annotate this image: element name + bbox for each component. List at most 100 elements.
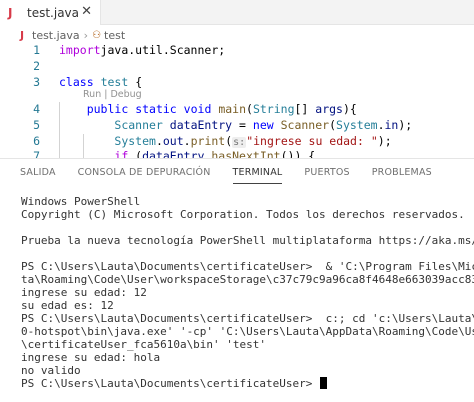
panel-tab-problemas[interactable]: PROBLEMAS <box>372 159 432 187</box>
terminal-line: ingrese su edad: hola <box>21 351 161 364</box>
code-token: ); <box>398 118 413 132</box>
code-line[interactable]: 6 System.out.print(s:"ingrese su edad: "… <box>0 134 474 149</box>
code-token: in <box>384 118 399 132</box>
indent-guide <box>83 134 84 158</box>
class-symbol-icon: ⚇ <box>92 29 102 41</box>
code-token: dataEntry <box>142 149 205 158</box>
terminal-line: no valido <box>21 364 81 377</box>
code-token: static <box>135 102 177 116</box>
code-token: args <box>315 102 343 116</box>
code-token: ); <box>377 134 392 148</box>
code-token: String <box>252 102 295 116</box>
code-token: ()) { <box>280 149 316 158</box>
code-token: . <box>155 134 163 148</box>
panel-tab-terminal[interactable]: TERMINAL <box>232 159 283 187</box>
panel-tab-salida[interactable]: SALIDA <box>20 159 56 187</box>
code-text: System.out.print(s:"ingrese su edad: "); <box>59 134 392 150</box>
code-token: java.util.Scanner; <box>100 43 226 57</box>
breadcrumb-symbol[interactable]: test <box>104 29 125 42</box>
code-token: System <box>114 134 156 148</box>
terminal-line: \certificateUser_fca5610a\bin' 'test' <box>21 338 267 351</box>
code-token: main <box>218 102 247 116</box>
terminal-line: su edad es: 12 <box>21 299 114 312</box>
code-line[interactable]: 3 class test { <box>0 75 474 90</box>
code-line[interactable]: 7 if (dataEntry.hasNextInt()) { <box>0 149 474 158</box>
code-token: = <box>232 118 253 132</box>
code-token: { <box>128 75 143 89</box>
breadcrumb-file[interactable]: test.java <box>32 29 80 42</box>
code-token: . <box>377 118 385 132</box>
code-text: public static void main(String[] args){ <box>59 102 357 117</box>
code-token: Scanner <box>114 118 163 132</box>
code-token: import <box>59 43 101 57</box>
terminal-cursor <box>320 377 328 389</box>
line-number: 1 <box>33 43 40 57</box>
panel-tab-consola-de-depuraci-n[interactable]: CONSOLA DE DEPURACIÓN <box>78 159 211 187</box>
terminal-line: PS C:\Users\Lauta\Documents\certificateU… <box>21 260 474 273</box>
line-number: 6 <box>33 134 40 148</box>
code-token: new <box>252 118 274 132</box>
panel-tab-bar: SALIDA CONSOLA DE DEPURACIÓN TERMINAL PUERT… <box>0 159 474 187</box>
code-token: class <box>59 75 94 89</box>
code-token: public <box>86 102 129 116</box>
terminal[interactable]: Windows PowerShell Copyright (C) Microsof… <box>0 187 474 402</box>
line-number: 4 <box>33 102 40 116</box>
terminal-line: ta\Roaming\Code\User\workspaceStorage\c3… <box>21 273 474 286</box>
code-editor[interactable]: Run | Debug 1 importjava.util.Scanner; 2 3 c… <box>0 43 474 158</box>
bottom-panel: SALIDA CONSOLA DE DEPURACIÓN TERMINAL PUERT… <box>0 158 474 402</box>
code-token: out <box>162 134 184 148</box>
code-token: print <box>190 134 226 148</box>
breadcrumb: J test.java › ⚇ test <box>20 27 125 43</box>
breadcrumb-separator: › <box>83 28 89 42</box>
code-text: if (dataEntry.hasNextInt()) { <box>59 149 315 158</box>
code-line[interactable]: 4 public static void main(String[] args)… <box>0 102 474 117</box>
java-file-icon: J <box>20 28 25 42</box>
java-icon: J <box>8 5 13 20</box>
terminal-line: Windows PowerShell <box>21 195 141 208</box>
code-token: ( <box>329 118 337 132</box>
terminal-line: PS C:\Users\Lauta\Documents\certificateU… <box>21 312 474 325</box>
code-token: hasNextInt <box>211 149 281 158</box>
code-token: "ingrese su edad: " <box>246 134 378 148</box>
terminal-prompt: PS C:\Users\Lauta\Documents\certificateU… <box>21 377 320 390</box>
terminal-prompt-line[interactable]: PS C:\Users\Lauta\Documents\certificateU… <box>21 377 474 390</box>
indent-guide <box>59 102 60 158</box>
code-token: ( <box>246 102 253 116</box>
code-token: ){ <box>342 102 357 116</box>
code-text: class test { <box>59 75 142 90</box>
parameter-hint: s: <box>232 137 247 148</box>
terminal-line: Prueba la nueva tecnología PowerShell mu… <box>21 234 474 247</box>
code-token: System <box>336 118 378 132</box>
code-line[interactable]: 2 <box>0 59 474 74</box>
line-number: 3 <box>33 75 40 89</box>
code-token: Scanner <box>280 118 330 132</box>
line-number: 7 <box>33 149 40 158</box>
code-line[interactable]: 1 importjava.util.Scanner; <box>0 43 474 58</box>
close-icon[interactable]: ✕ <box>81 4 92 19</box>
panel-tab-puertos[interactable]: PUERTOS <box>304 159 349 187</box>
terminal-line: Copyright (C) Microsoft Corporation. Tod… <box>21 208 465 221</box>
line-number: 5 <box>33 118 40 132</box>
terminal-line: ingrese su edad: 12 <box>21 286 147 299</box>
line-number: 2 <box>33 59 40 73</box>
editor-tab-bar: J test.java ✕ <box>0 0 474 25</box>
code-text: importjava.util.Scanner; <box>59 43 225 58</box>
code-token: [] <box>294 102 316 116</box>
code-token: void <box>183 102 212 116</box>
code-line[interactable]: 5 Scanner dataEntry = new Scanner(System… <box>0 118 474 133</box>
code-token: ( <box>128 149 143 158</box>
code-token: . <box>183 134 191 148</box>
code-text: Scanner dataEntry = new Scanner(System.i… <box>59 118 412 133</box>
tab-label: test.java <box>27 5 80 20</box>
tab-test-java[interactable]: J test.java ✕ <box>0 0 101 25</box>
